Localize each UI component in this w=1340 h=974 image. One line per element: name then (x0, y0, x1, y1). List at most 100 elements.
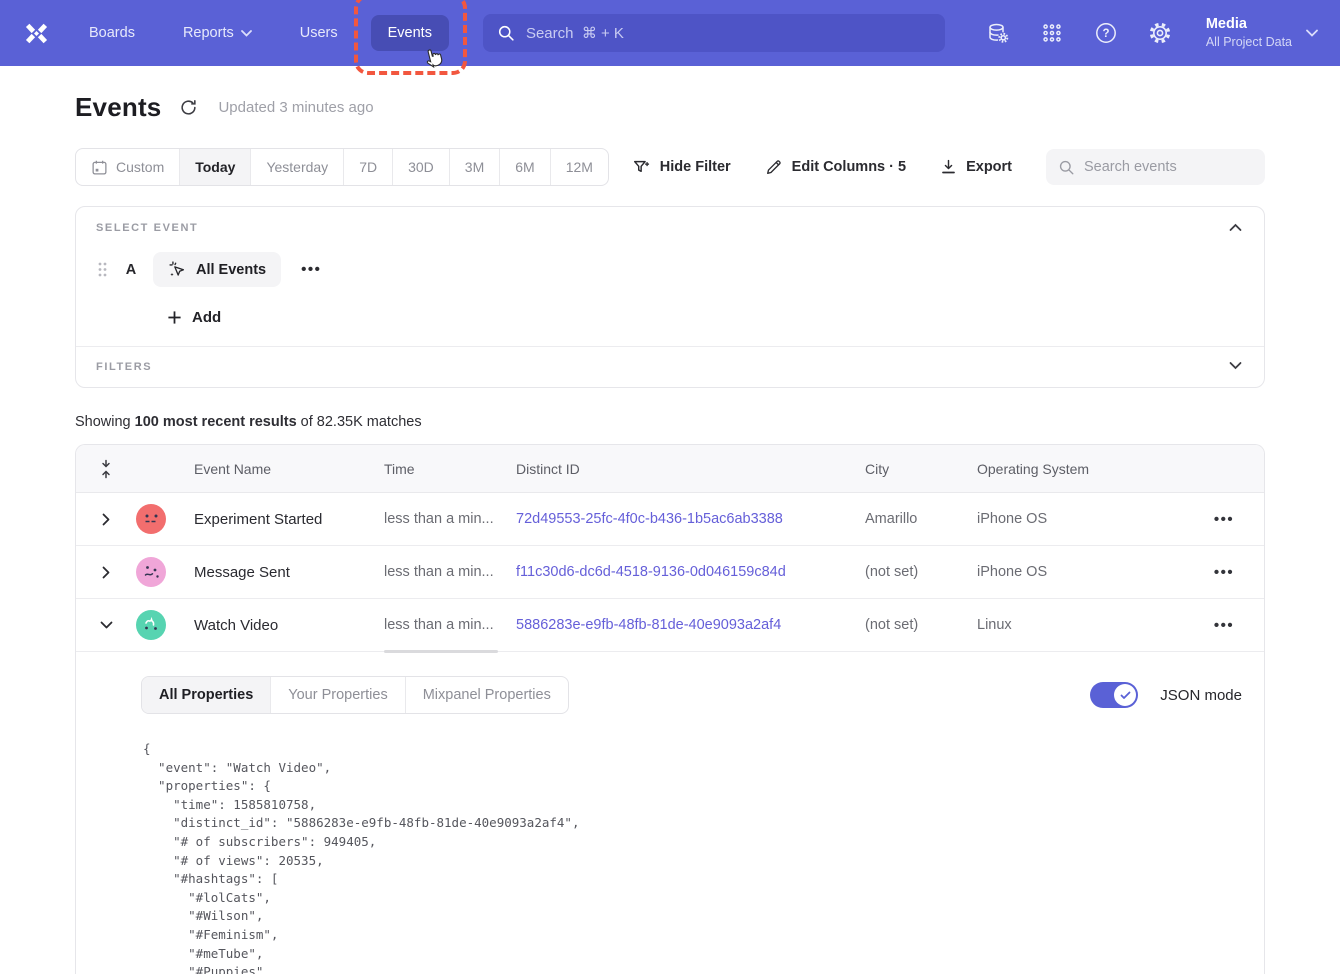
toggle-knob (1114, 684, 1136, 706)
query-builder-card: SELECT EVENT A (75, 206, 1265, 388)
refresh-button[interactable] (179, 98, 198, 117)
cell-time: less than a min... (384, 617, 516, 633)
apps-grid-icon[interactable] (1040, 21, 1064, 45)
project-scope: All Project Data (1206, 34, 1292, 51)
expand-row-button[interactable] (92, 566, 120, 579)
event-json-content: { "event": "Watch Video", "properties": … (143, 740, 1244, 974)
row-more-options-button[interactable]: ••• (1184, 617, 1264, 634)
row-more-options-button[interactable]: ••• (1184, 511, 1264, 528)
data-management-icon[interactable] (986, 21, 1010, 45)
date-range-7d[interactable]: 7D (343, 149, 392, 185)
table-row-expanded[interactable]: Watch Video less than a min... 5886283e-… (76, 599, 1264, 652)
page-header: Events Updated 3 minutes ago (75, 92, 1265, 123)
date-range-3m[interactable]: 3M (449, 149, 499, 185)
add-label: Add (192, 309, 221, 326)
mixpanel-logo[interactable] (14, 20, 58, 47)
column-header-event-name[interactable]: Event Name (194, 461, 384, 477)
date-range-today[interactable]: Today (179, 149, 250, 185)
cell-city: (not set) (865, 617, 977, 633)
date-range-yesterday[interactable]: Yesterday (250, 149, 343, 185)
cell-event-name: Experiment Started (194, 511, 384, 528)
event-detail-panel: All Properties Your Properties Mixpanel … (76, 652, 1264, 974)
date-range-6m[interactable]: 6M (499, 149, 549, 185)
event-row-letter: A (123, 262, 139, 278)
pencil-icon (765, 158, 783, 176)
filters-label: FILTERS (96, 361, 1244, 373)
nav-item-label: Users (300, 25, 338, 41)
table-row[interactable]: Message Sent less than a min... f11c30d6… (76, 546, 1264, 599)
project-name: Media (1206, 15, 1292, 35)
column-header-time[interactable]: Time (384, 461, 516, 477)
download-icon (940, 158, 957, 176)
date-range-30d[interactable]: 30D (392, 149, 449, 185)
select-event-section: SELECT EVENT A (76, 207, 1264, 346)
all-events-label: All Events (196, 262, 266, 278)
table-row[interactable]: Experiment Started less than a min... 72… (76, 493, 1264, 546)
hide-filter-button[interactable]: Hide Filter (632, 158, 731, 176)
collapse-row-button[interactable] (92, 621, 120, 629)
global-search[interactable] (483, 14, 945, 52)
drag-handle-icon[interactable] (96, 262, 109, 277)
chevron-down-icon (241, 30, 252, 37)
column-header-os[interactable]: Operating System (977, 461, 1184, 477)
event-avatar (136, 557, 166, 587)
add-event-button[interactable]: Add (167, 309, 221, 326)
events-table: Event Name Time Distinct ID City Operati… (75, 444, 1265, 974)
cell-city: Amarillo (865, 511, 977, 527)
edit-columns-button[interactable]: Edit Columns · 5 (765, 158, 906, 176)
filters-section[interactable]: FILTERS (76, 346, 1264, 387)
search-events-box[interactable] (1046, 149, 1265, 185)
hide-filter-label: Hide Filter (660, 159, 731, 175)
search-events-input[interactable] (1084, 159, 1253, 175)
results-prefix: Showing (75, 414, 135, 430)
sparkle-cursor-icon (168, 260, 187, 279)
nav-item-users[interactable]: Users (283, 15, 355, 51)
help-icon[interactable]: ? (1094, 21, 1118, 45)
cell-distinct-id[interactable]: 5886283e-e9fb-48fb-81de-40e9093a2af4 (516, 617, 865, 633)
date-range-label: 30D (408, 159, 434, 175)
calendar-icon (91, 159, 108, 176)
date-range-label: Custom (116, 159, 164, 175)
date-range-label: 12M (566, 159, 593, 175)
date-range-label: 6M (515, 159, 534, 175)
results-suffix: of 82.35K matches (297, 414, 422, 430)
expand-row-button[interactable] (92, 513, 120, 526)
nav-item-label: Boards (89, 25, 135, 41)
date-range-label: Today (195, 159, 235, 175)
search-icon (497, 24, 515, 42)
settings-gear-icon[interactable] (1148, 21, 1172, 45)
nav-items: Boards Reports Users Events (72, 15, 449, 51)
event-more-options-button[interactable]: ••• (295, 257, 327, 282)
navbar-right: ? Media All Project Data (986, 15, 1318, 51)
cell-os: iPhone OS (977, 511, 1184, 527)
cell-time: less than a min... (384, 511, 516, 527)
all-events-chip[interactable]: All Events (153, 252, 281, 287)
global-search-input[interactable] (526, 25, 931, 42)
json-mode-label: JSON mode (1160, 687, 1242, 704)
collapse-section-button[interactable] (1225, 219, 1246, 236)
nav-item-reports[interactable]: Reports (166, 15, 269, 51)
json-mode-toggle[interactable] (1090, 682, 1138, 708)
row-more-options-button[interactable]: ••• (1184, 564, 1264, 581)
cell-distinct-id[interactable]: f11c30d6-dc6d-4518-9136-0d046159c84d (516, 564, 865, 580)
date-range-label: 3M (465, 159, 484, 175)
tab-your-properties[interactable]: Your Properties (270, 677, 404, 713)
column-header-distinct-id[interactable]: Distinct ID (516, 461, 865, 477)
column-header-city[interactable]: City (865, 461, 977, 477)
expand-filters-button[interactable] (1225, 357, 1246, 374)
svg-text:?: ? (1102, 28, 1109, 40)
results-count: 100 most recent results (135, 414, 297, 430)
cell-city: (not set) (865, 564, 977, 580)
date-range-label: 7D (359, 159, 377, 175)
collapse-all-icon[interactable] (92, 459, 120, 479)
date-range-12m[interactable]: 12M (550, 149, 608, 185)
project-selector[interactable]: Media All Project Data (1206, 15, 1318, 51)
search-icon (1058, 159, 1075, 176)
cell-distinct-id[interactable]: 72d49553-25fc-4f0c-b436-1b5ac6ab3388 (516, 511, 865, 527)
export-button[interactable]: Export (940, 158, 1012, 176)
cell-event-name: Watch Video (194, 617, 384, 634)
tab-all-properties[interactable]: All Properties (142, 677, 270, 713)
nav-item-boards[interactable]: Boards (72, 15, 152, 51)
date-range-custom[interactable]: Custom (76, 149, 179, 185)
tab-mixpanel-properties[interactable]: Mixpanel Properties (405, 677, 568, 713)
